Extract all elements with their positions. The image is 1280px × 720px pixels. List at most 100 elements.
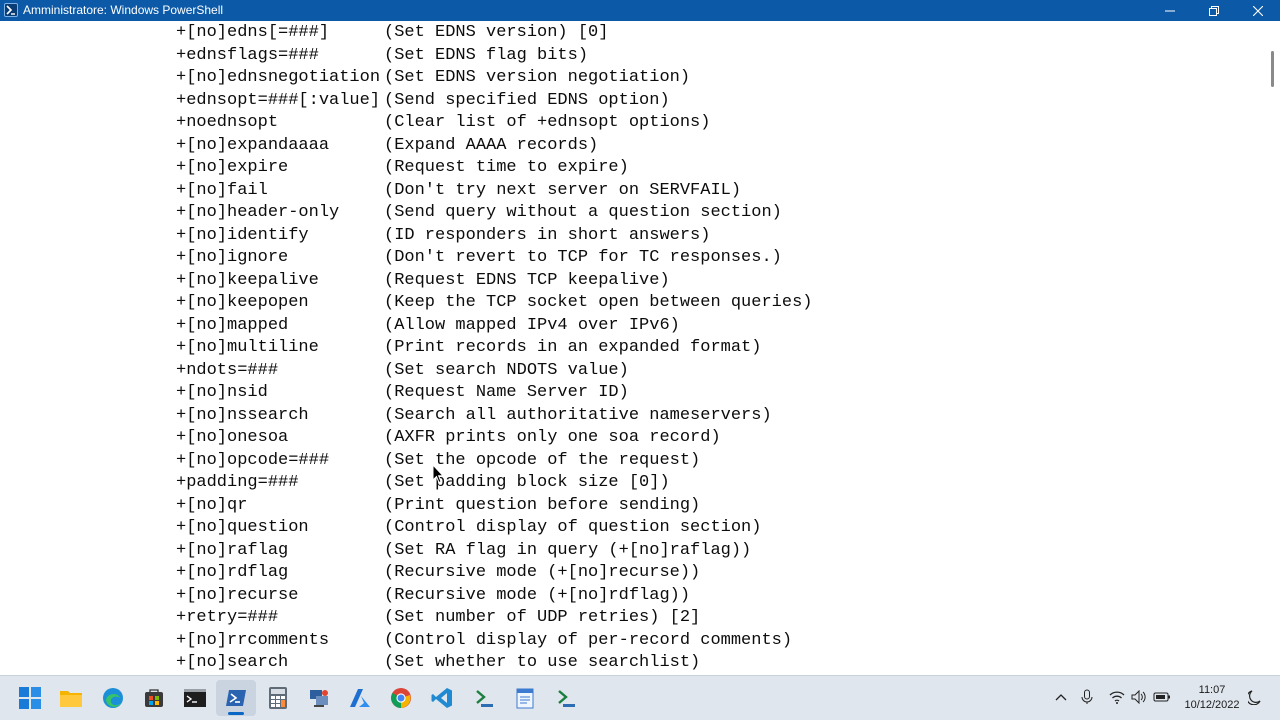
scrollbar-thumb[interactable]: [1271, 51, 1274, 87]
console-line: +ednsopt=###[:value] (Send specified EDNS…: [176, 90, 670, 112]
volume-button[interactable]: [1130, 688, 1148, 706]
console-line: +[no]raflag (Set RA flag in query (+[no]r…: [176, 540, 751, 562]
system-clock[interactable]: 11:07 10/12/2022: [1182, 683, 1242, 713]
option-description: (Set RA flag in query (+[no]raflag)): [384, 541, 752, 560]
minimize-button[interactable]: [1148, 0, 1192, 21]
wifi-icon: [1109, 691, 1125, 704]
option-name: +[no]fail: [176, 181, 268, 200]
option-description: (Set padding block size [0]): [384, 473, 670, 492]
notepad-icon: [516, 688, 534, 709]
option-name: +[no]search: [176, 653, 289, 672]
taskbar-terminal-alt-2[interactable]: [546, 680, 586, 716]
windows-logo-icon: [19, 687, 41, 709]
option-name: +[no]ignore: [176, 248, 289, 267]
terminal-green-icon: [558, 690, 575, 707]
option-description: (Request time to expire): [384, 158, 629, 177]
option-description: (Don't try next server on SERVFAIL): [384, 181, 742, 200]
show-hidden-icons-button[interactable]: [1052, 688, 1070, 706]
calculator-icon: [269, 687, 287, 709]
wifi-button[interactable]: [1108, 688, 1126, 706]
console-line: +[no]expire (Request time to expire): [176, 157, 629, 179]
battery-button[interactable]: [1153, 688, 1171, 706]
taskbar-edge[interactable]: [93, 680, 133, 716]
option-name: +[no]raflag: [176, 541, 289, 560]
option-name: +[no]multiline: [176, 338, 319, 357]
option-name: +ednsopt=###[:value]: [176, 91, 381, 110]
console-line: +[no]search (Set whether to use searchlis…: [176, 652, 700, 674]
option-name: +[no]edns[=###]: [176, 23, 330, 42]
clock-time: 11:07: [1198, 684, 1226, 696]
close-button[interactable]: [1236, 0, 1280, 21]
console-line: +[no]onesoa (AXFR prints only one soa rec…: [176, 427, 721, 449]
console-line: +[no]recurse (Recursive mode (+[no]rdflag…: [176, 585, 690, 607]
console-output[interactable]: +[no]edns[=###] (Set EDNS version) [0] +e…: [0, 21, 1264, 675]
option-name: +[no]rrcomments: [176, 631, 330, 650]
network-icon: [310, 690, 328, 707]
option-description: (Clear list of +ednsopt options): [384, 113, 711, 132]
console-line: +[no]nsid (Request Name Server ID): [176, 382, 629, 404]
option-name: +[no]ednsnegotiation: [176, 68, 381, 87]
taskbar-powershell[interactable]: [216, 680, 256, 716]
taskbar-terminal-alt[interactable]: [464, 680, 504, 716]
window-title-bar[interactable]: Amministratore: Windows PowerShell: [0, 0, 1280, 21]
option-name: +[no]keepopen: [176, 293, 309, 312]
option-description: (Don't revert to TCP for TC responses.): [384, 248, 782, 267]
console-line: +padding=### (Set padding block size [0]): [176, 472, 670, 494]
console-line: +[no]opcode=### (Set the opcode of the re…: [176, 450, 700, 472]
taskbar-vscode[interactable]: [422, 680, 462, 716]
store-icon: [145, 689, 163, 707]
option-name: +ndots=###: [176, 361, 279, 380]
option-description: (Expand AAAA records): [384, 136, 599, 155]
option-name: +noednsopt: [176, 113, 279, 132]
console-line: +[no]rdflag (Recursive mode (+[no]recurse…: [176, 562, 700, 584]
chevron-up-icon: [1055, 694, 1067, 701]
taskbar-chrome[interactable]: [381, 680, 421, 716]
notification-center-button[interactable]: [1246, 688, 1264, 706]
minimize-icon: [1165, 10, 1175, 11]
console-line: +[no]multiline (Print records in an expan…: [176, 337, 761, 359]
option-description: (Set whether to use searchlist): [384, 653, 701, 672]
option-name: +[no]question: [176, 518, 309, 537]
start-button[interactable]: [10, 680, 50, 716]
option-description: (Set EDNS version negotiation): [384, 68, 691, 87]
option-description: (Search all authoritative nameservers): [384, 406, 772, 425]
console-line: +[no]expandaaaa (Expand AAAA records): [176, 135, 598, 157]
console-line: +[no]qr (Print question before sending): [176, 495, 700, 517]
console-line: +ednsflags=### (Set EDNS flag bits): [176, 45, 588, 67]
taskbar-calculator[interactable]: [258, 680, 298, 716]
maximize-button[interactable]: [1192, 0, 1236, 21]
taskbar-network-tool[interactable]: [299, 680, 339, 716]
option-description: (Print records in an expanded format): [384, 338, 762, 357]
option-name: +[no]mapped: [176, 316, 289, 335]
console-line: +[no]keepopen (Keep the TCP socket open b…: [176, 292, 812, 314]
taskbar-store[interactable]: [134, 680, 174, 716]
microphone-button[interactable]: [1078, 688, 1096, 706]
powershell-icon: [226, 690, 246, 706]
taskbar-command-prompt[interactable]: [175, 680, 215, 716]
option-description: (Control display of per-record comments): [384, 631, 793, 650]
console-line: +[no]rrcomments (Control display of per-r…: [176, 630, 792, 652]
vertical-scrollbar[interactable]: [1264, 21, 1280, 675]
option-name: +[no]qr: [176, 496, 248, 515]
console-line: +[no]edns[=###] (Set EDNS version) [0]: [176, 22, 608, 44]
running-indicator: [228, 712, 244, 715]
option-description: (Recursive mode (+[no]recurse)): [384, 563, 701, 582]
option-description: (Set EDNS version) [0]: [384, 23, 609, 42]
console-line: +[no]header-only (Send query without a qu…: [176, 202, 782, 224]
option-description: (Recursive mode (+[no]rdflag)): [384, 586, 691, 605]
powershell-icon[interactable]: [4, 3, 18, 17]
maximize-icon: [1209, 5, 1219, 16]
close-icon: [1253, 5, 1263, 16]
option-name: +retry=###: [176, 608, 279, 627]
taskbar-file-explorer[interactable]: [51, 680, 91, 716]
volume-icon: [1131, 690, 1146, 704]
microphone-icon: [1081, 689, 1093, 704]
taskbar-azure-data-studio[interactable]: [340, 680, 380, 716]
taskbar-notepad[interactable]: [505, 680, 545, 716]
console-line: +[no]question (Control display of questio…: [176, 517, 761, 539]
option-description: (Print question before sending): [384, 496, 701, 515]
console-line: +[no]keepalive (Request EDNS TCP keepaliv…: [176, 270, 670, 292]
option-name: +[no]nsid: [176, 383, 268, 402]
option-name: +[no]identify: [176, 226, 309, 245]
option-description: (Keep the TCP socket open between querie…: [384, 293, 813, 312]
